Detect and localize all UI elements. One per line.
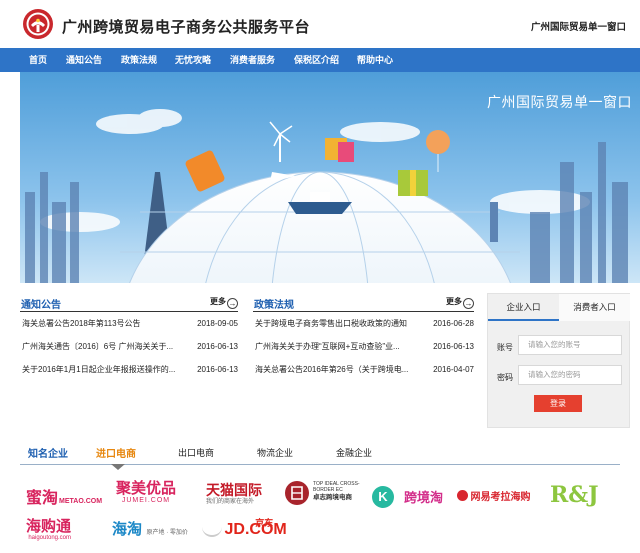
hero-banner[interactable]: 广州国际贸易单一窗口 <box>20 72 640 283</box>
site-header: 广州跨境贸易电子商务公共服务平台 广州国际贸易单一窗口 <box>0 0 640 48</box>
notices-more-link[interactable]: 更多 → <box>210 296 238 309</box>
account-label: 账号 <box>497 343 513 352</box>
policy-title: 广州海关关于办理“互联网+互动查验”业... <box>255 342 400 351</box>
nav-notices[interactable]: 通知公告 <box>66 48 102 72</box>
tab-enterprise-login[interactable]: 企业入口 <box>488 294 559 321</box>
brand-logo-jumei[interactable]: 聚美优品 JUMEI.COM <box>116 481 176 505</box>
jd-dog-icon <box>202 519 222 537</box>
login-tabs: 企业入口 消费者入口 <box>488 294 630 321</box>
arrow-right-icon: → <box>227 298 238 309</box>
notices-header: 通知公告 更多 → <box>20 293 238 312</box>
brand-sub: 我们的商家在海外 <box>206 499 255 505</box>
customs-logo-icon[interactable] <box>22 8 54 40</box>
brand-text-topideal[interactable]: TOP IDEAL CROSS-BORDER EC 卓志跨境电商 <box>313 481 369 502</box>
list-item[interactable]: 关于跨境电子商务零售出口税收政策的通知 2016-06-28 <box>253 312 474 335</box>
policies-more-link[interactable]: 更多 → <box>446 296 474 309</box>
list-item[interactable]: 广州海关通告〔2016〕6号 广州海关关于... 2016-06-13 <box>20 335 238 358</box>
brand-sub: 京东 <box>255 518 274 528</box>
more-label: 更多 <box>210 297 226 306</box>
brand-logo-kuajingtao[interactable]: 跨境淘 <box>404 487 443 506</box>
more-label: 更多 <box>446 297 462 306</box>
password-input[interactable]: 请输入您的密码 <box>518 365 622 385</box>
category-tabs: 知名企业 进口电商 出口电商 物流企业 金融企业 <box>20 443 620 465</box>
policy-title: 海关总署公告2016年第26号（关于跨境电... <box>255 365 409 374</box>
brand-name: 海购通 <box>26 518 72 535</box>
brand-name: 网易考拉海购 <box>470 492 531 503</box>
brand-name: 跨境淘 <box>404 490 444 505</box>
main-nav: 首页 通知公告 政策法规 无忧攻略 消费者服务 保税区介绍 帮助中心 <box>0 48 640 72</box>
brand-sub: haigoutong.com <box>28 535 72 541</box>
tab-finance[interactable]: 金融企业 <box>336 446 372 459</box>
account-input[interactable]: 请输入您的账号 <box>518 335 622 355</box>
brand-logo-tmall-global[interactable]: 天猫国际 我们的商家在海外 <box>206 482 262 506</box>
nav-consumer-service[interactable]: 消费者服务 <box>230 48 275 72</box>
notice-title: 关于2016年1月1日起企业年报报送操作的... <box>22 365 176 374</box>
arrow-right-icon: → <box>463 298 474 309</box>
notice-title: 海关总署公告2018年第113号公告 <box>22 319 141 328</box>
list-item[interactable]: 关于2016年1月1日起企业年报报送操作的... 2016-06-13 <box>20 358 238 381</box>
brand-name: R&J <box>550 482 599 508</box>
policy-title: 关于跨境电子商务零售出口税收政策的通知 <box>255 319 407 328</box>
brand-logo-rj[interactable]: R&J <box>550 482 599 508</box>
brand-name: 聚美优品 <box>116 480 177 497</box>
notice-date: 2018-09-05 <box>197 319 238 328</box>
brand-logo-jd[interactable]: JD.COM 京东 <box>202 518 287 539</box>
active-tab-arrow-icon <box>111 464 125 470</box>
tab-famous-companies[interactable]: 知名企业 <box>28 445 68 460</box>
policy-date: 2016-06-13 <box>433 342 474 351</box>
nav-help-center[interactable]: 帮助中心 <box>357 48 393 72</box>
brand-name: 海淘 <box>112 521 143 538</box>
brand-sub: METAO.COM <box>59 498 103 505</box>
brand-sub: TOP IDEAL CROSS-BORDER EC <box>313 481 360 493</box>
policy-date: 2016-06-28 <box>433 319 474 328</box>
list-item[interactable]: 海关总署公告2018年第113号公告 2018-09-05 <box>20 312 238 335</box>
login-button[interactable]: 登录 <box>534 395 582 412</box>
list-item[interactable]: 广州海关关于办理“互联网+互动查验”业... 2016-06-13 <box>253 335 474 358</box>
nav-guides[interactable]: 无忧攻略 <box>175 48 211 72</box>
notice-date: 2016-06-13 <box>197 365 238 374</box>
site-title: 广州跨境贸易电子商务公共服务平台 <box>62 19 311 36</box>
brand-sub: JUMEI.COM <box>121 497 171 504</box>
brand-name: 天猫国际 <box>206 482 262 498</box>
brand-logo-topideal[interactable] <box>284 480 310 506</box>
nav-policies[interactable]: 政策法规 <box>121 48 157 72</box>
tab-export-ecommerce[interactable]: 出口电商 <box>178 446 214 459</box>
brand-logo-metao[interactable]: 蜜淘METAO.COM <box>26 484 102 508</box>
notice-title: 广州海关通告〔2016〕6号 广州海关关于... <box>22 342 174 351</box>
password-label: 密码 <box>497 373 513 382</box>
brand-logo-haitao[interactable]: 海淘 原产地 · 零加价 <box>112 518 188 539</box>
brand-logo-kaola[interactable]: 网易考拉海购 <box>457 488 531 503</box>
banner-caption: 广州国际贸易单一窗口 <box>487 94 632 110</box>
brand-sub: 原产地 · 零加价 <box>146 530 188 536</box>
single-window-link[interactable]: 广州国际贸易单一窗口 <box>531 19 626 33</box>
policy-date: 2016-04-07 <box>433 365 474 374</box>
tab-consumer-login[interactable]: 消费者入口 <box>559 294 630 321</box>
list-item[interactable]: 海关总署公告2016年第26号（关于跨境电... 2016-04-07 <box>253 358 474 381</box>
tab-import-ecommerce[interactable]: 进口电商 <box>96 445 136 460</box>
notices-title: 通知公告 <box>21 300 61 311</box>
tab-logistics[interactable]: 物流企业 <box>257 446 293 459</box>
brand-logo-haigoutong[interactable]: 海购通 haigoutong.com <box>26 518 71 542</box>
kaola-icon <box>457 490 468 501</box>
brand-name: 蜜淘 <box>26 490 59 507</box>
brand-name: 卓志跨境电商 <box>313 494 352 501</box>
policies-title: 政策法规 <box>254 300 294 311</box>
notice-date: 2016-06-13 <box>197 342 238 351</box>
topideal-seal-icon <box>285 481 309 505</box>
login-box: 企业入口 消费者入口 账号 请输入您的账号 密码 请输入您的密码 登录 <box>487 293 630 428</box>
brand-logo-k[interactable]: K <box>372 486 394 508</box>
policies-panel: 政策法规 更多 → 关于跨境电子商务零售出口税收政策的通知 2016-06-28 … <box>253 293 474 383</box>
nav-home[interactable]: 首页 <box>29 48 47 72</box>
notices-panel: 通知公告 更多 → 海关总署公告2018年第113号公告 2018-09-05 广… <box>20 293 238 383</box>
nav-bonded-zone[interactable]: 保税区介绍 <box>294 48 339 72</box>
policies-header: 政策法规 更多 → <box>253 293 474 312</box>
